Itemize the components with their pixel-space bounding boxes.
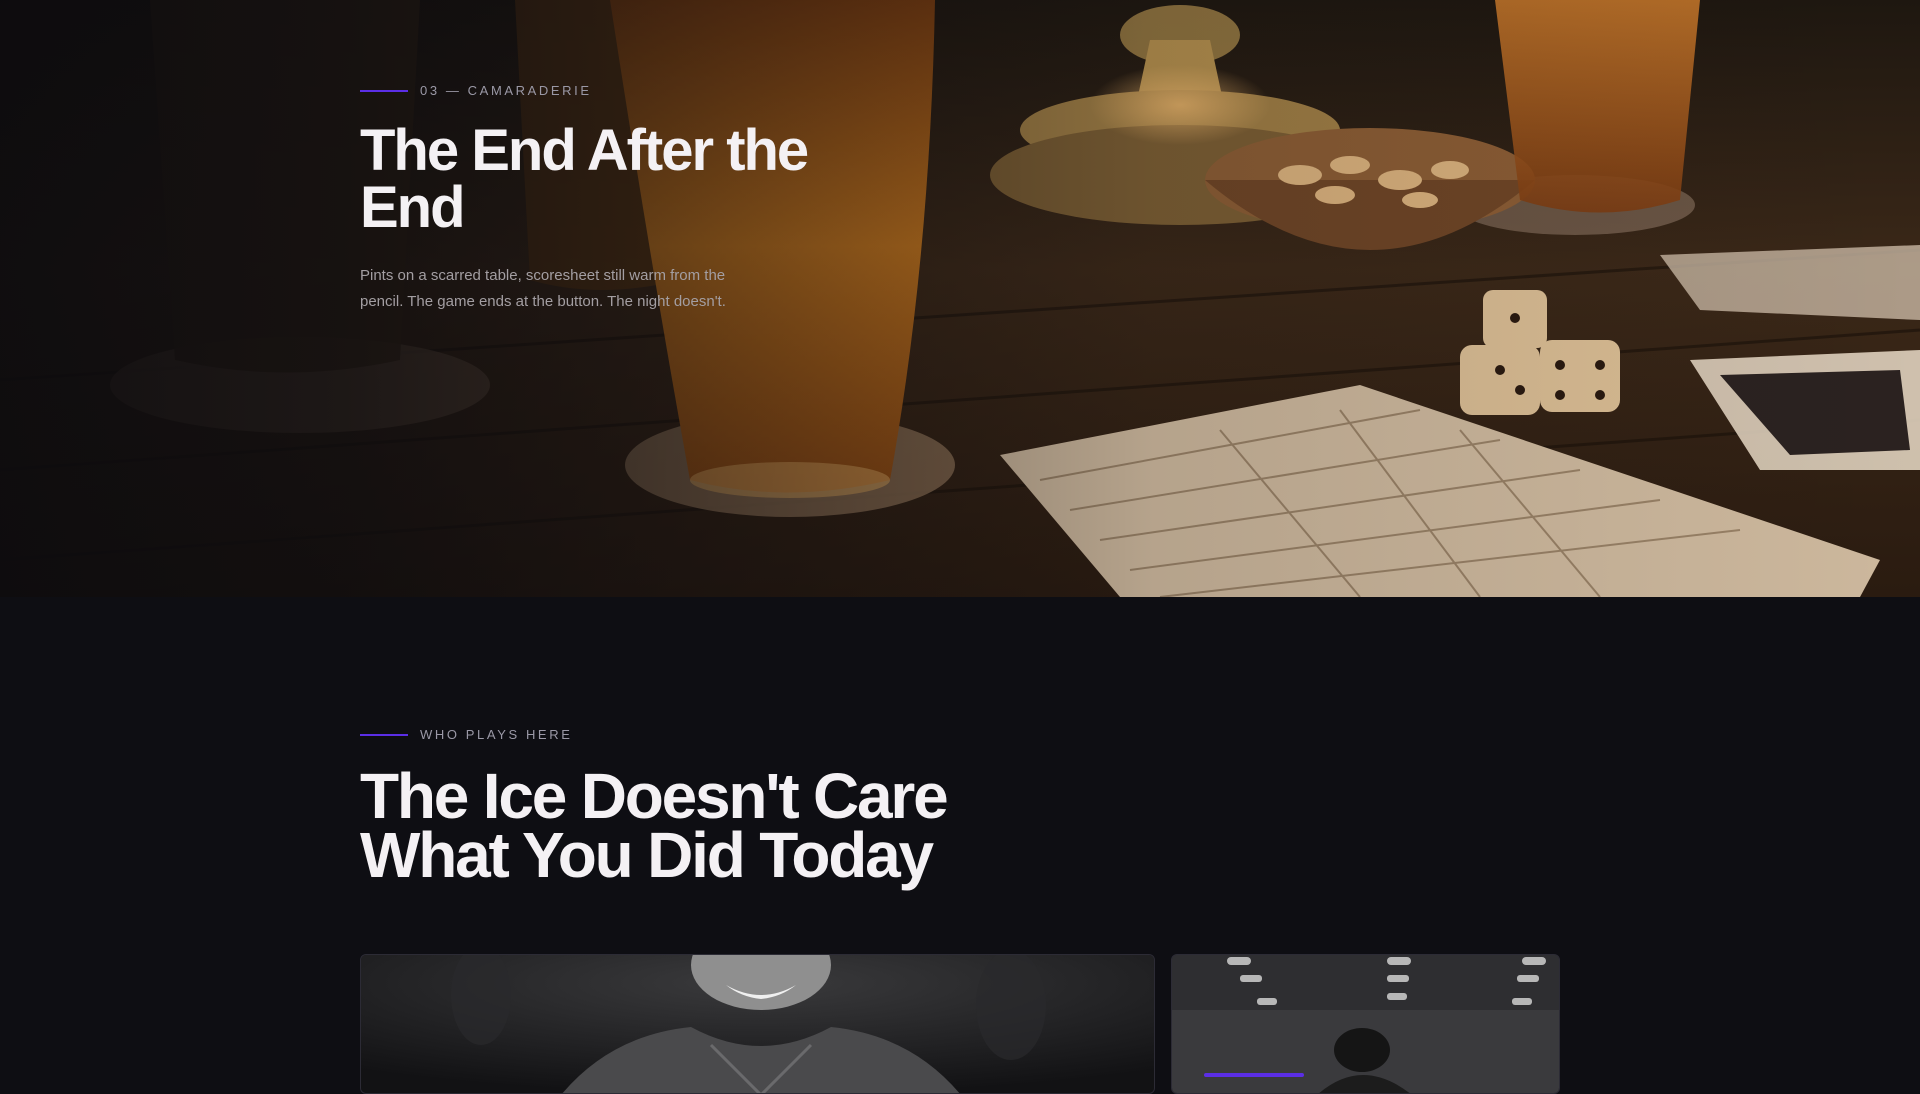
- hero-description: Pints on a scarred table, scoresheet sti…: [360, 267, 726, 310]
- section-eyebrow-label: WHO PLAYS HERE: [420, 727, 573, 742]
- eyebrow-accent-line: [360, 733, 408, 736]
- player-photo-1: [361, 955, 1154, 1093]
- hero-eyebrow-label: 03 — CAMARADERIE: [420, 83, 592, 98]
- card-accent-tag: [1204, 1073, 1304, 1077]
- player-card-1[interactable]: [360, 954, 1155, 1094]
- hero-dark-overlay: [0, 0, 1920, 597]
- camaraderie-hero: 03 — CAMARADERIE The End After the End P…: [0, 0, 1920, 597]
- hero-title: The End After the End: [360, 118, 809, 240]
- section-eyebrow: WHO PLAYS HERE: [360, 727, 572, 742]
- section-title: The Ice Doesn't Care What You Did Today: [360, 760, 949, 891]
- eyebrow-accent-line: [360, 89, 408, 92]
- player-card-2[interactable]: [1171, 954, 1560, 1094]
- hero-eyebrow: 03 — CAMARADERIE: [360, 83, 592, 98]
